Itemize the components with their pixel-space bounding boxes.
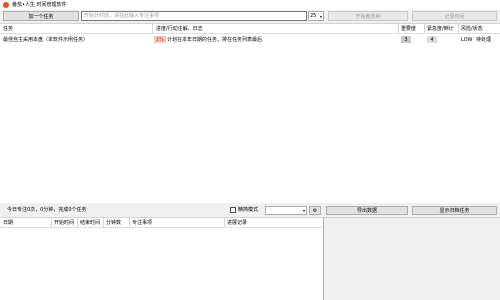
column-header-task[interactable]: 任务 [3, 24, 13, 33]
task-status: 待处理 [476, 37, 492, 43]
focus-input[interactable]: 开始计时前，请在此输入专注事项 [81, 11, 307, 21]
column-header-risk[interactable]: 风险/状态 [461, 24, 483, 33]
column-header-focus-item[interactable]: 专注事项 [132, 218, 152, 227]
column-header-date[interactable]: 日期 [3, 218, 13, 227]
chevron-down-icon: ▾ [319, 14, 322, 19]
task-table-header: 任务 进度/行动注解、日志 重要度 紧急度/倒计 风险/状态 [0, 24, 500, 34]
column-header-minutes[interactable]: 分钟数 [106, 218, 121, 227]
duration-select[interactable]: 25 ▾ [308, 11, 324, 21]
record-time-button[interactable]: 记录时间 [412, 11, 497, 21]
urgency-indicator: 4 [427, 36, 437, 43]
concise-mode-checkbox[interactable] [230, 207, 236, 213]
status-bar: 今日专注0次，0分钟，完成0个任务 精简模式 ▾ ⚙ 导出数据 显示归档任务 [0, 204, 500, 216]
column-header-progress-log[interactable]: 进展记录 [227, 218, 247, 227]
duration-value: 25 [310, 13, 317, 19]
column-header-start-time[interactable]: 开始时间 [54, 218, 74, 227]
column-header-progress[interactable]: 进度/行动注解、日志 [156, 24, 203, 33]
start-pomodoro-button[interactable]: 开始番茄钟 [328, 11, 408, 21]
importance-indicator: 3 [401, 36, 411, 43]
column-header-end-time[interactable]: 结束时间 [80, 218, 100, 227]
window-title: 番茄•人生 时间管理软件 [12, 2, 67, 8]
add-task-button[interactable]: 加一个任务 [3, 11, 79, 21]
column-header-importance[interactable]: 重要度 [401, 24, 416, 33]
today-summary: 今日专注0次，0分钟，完成0个任务 [7, 207, 87, 213]
task-table: 任务 进度/行动注解、日志 重要度 紧急度/倒计 风险/状态 最佳自主采用本盘（… [0, 23, 500, 203]
log-table: 日期 开始时间 结束时间 分钟数 专注事项 进展记录 [0, 217, 323, 300]
export-data-button[interactable]: 导出数据 [326, 206, 408, 215]
progress-badge: 1% [154, 36, 166, 43]
focus-input-placeholder: 开始计时前，请在此输入专注事项 [84, 13, 160, 19]
title-bar: 番茄•人生 时间管理软件 [0, 0, 500, 10]
column-header-urgency[interactable]: 紧急度/倒计 [427, 24, 454, 33]
show-archived-button[interactable]: 显示归档任务 [412, 206, 497, 215]
app-logo-icon [3, 2, 9, 8]
task-note: 计划在本年日期的任务，排在任务列表最后 [167, 37, 263, 43]
risk-level: LOW [461, 36, 473, 43]
chevron-down-icon: ▾ [302, 208, 305, 213]
detail-panel [323, 217, 500, 300]
gear-icon: ⚙ [312, 207, 318, 214]
task-name: 最佳自主采用本盘（本软件示例任务） [3, 37, 89, 43]
log-table-header: 日期 开始时间 结束时间 分钟数 专注事项 进展记录 [0, 218, 323, 228]
table-row[interactable]: 最佳自主采用本盘（本软件示例任务） 1% 计划在本年日期的任务，排在任务列表最后… [0, 35, 500, 44]
settings-button[interactable]: ⚙ [309, 206, 321, 215]
concise-mode-label: 精简模式 [238, 207, 259, 213]
filter-dropdown[interactable]: ▾ [265, 206, 307, 215]
